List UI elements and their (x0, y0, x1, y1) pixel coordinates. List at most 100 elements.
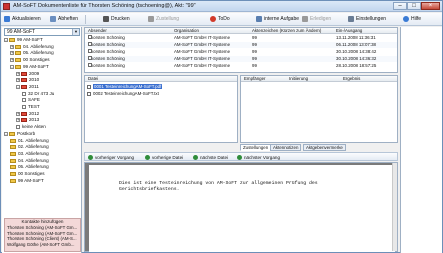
tree-node-label: 04. Ablieferung (18, 157, 49, 163)
expand-icon[interactable]: + (10, 51, 14, 56)
tree-node[interactable]: +05. Ablieferung (10, 50, 54, 56)
tree-node[interactable]: 01. Ablieferung (10, 138, 49, 144)
cell-file-number: 99 (252, 35, 334, 41)
cell-sender-text: Thorsten Schöning (88, 35, 125, 40)
folder-icon (10, 158, 16, 163)
row-checkbox[interactable] (88, 35, 92, 39)
column-header-initiation[interactable]: Initiierung (289, 76, 308, 82)
tree-node[interactable]: +04. Ablieferung (10, 44, 54, 50)
tree-node[interactable]: 02. Ablieferung (10, 144, 49, 150)
print-button[interactable]: Drucken (102, 15, 130, 24)
minimize-button[interactable]: – (393, 2, 407, 10)
previous-case-button[interactable]: vorheriger Vorgang (88, 154, 134, 161)
expand-icon[interactable]: + (16, 118, 20, 123)
cell-sender-text: Thorsten Schöning (88, 63, 125, 68)
maximize-button[interactable]: □ (407, 2, 421, 10)
recipient-tabs: Zustellungen Aktennotizen Aktgebenvermer… (240, 144, 398, 151)
tree-node[interactable]: 99 AM-SoFT (10, 178, 44, 184)
tree-node[interactable]: +2012 (16, 111, 39, 117)
case-selector-value: 99 AM-SoFT (7, 29, 36, 35)
file-row[interactable]: 0001 TesteinreichungAM-SoFT.pdf (87, 84, 163, 90)
delivery-button[interactable]: Zustellung (147, 15, 179, 24)
tree-node[interactable]: - 99 AM-SoFT (10, 64, 49, 70)
tree-node[interactable]: keine Akten (16, 124, 46, 130)
cell-in-out-text: 28.10.2008 18:57:25 (336, 63, 377, 68)
table-row[interactable]: Thorsten Schöning AM-SoFT GmbH IT-Systeme… (85, 49, 397, 55)
column-header-sender[interactable]: Absender (88, 28, 168, 34)
tree-node[interactable]: TEST (22, 104, 40, 110)
help-button[interactable]: Hilfe (402, 15, 421, 24)
tree-node[interactable]: +2009 (16, 71, 39, 77)
collapse-icon[interactable]: - (4, 131, 8, 136)
application-window: AM-SoFT Dokumentenliste für Thorsten Sch… (0, 0, 443, 253)
table-row[interactable]: Thorsten Schöning AM-SoFT GmbH IT-Systeme… (85, 56, 397, 62)
tree-node-label: 2010 (29, 77, 40, 83)
cell-file-number: 99 (252, 49, 334, 55)
internal-task-button[interactable]: interne Aufgabe (255, 15, 299, 24)
cell-file-number-text: 99 (252, 42, 257, 47)
cell-organisation-text: AM-SoFT GmbH IT-Systeme (174, 56, 231, 61)
file-away-button[interactable]: Abheften (49, 15, 78, 24)
tree-node[interactable]: +2010 (16, 77, 39, 83)
row-checkbox[interactable] (88, 49, 92, 53)
previous-file-button[interactable]: vorherige Datei (145, 154, 183, 161)
row-checkbox[interactable] (88, 42, 92, 46)
row-checkbox[interactable] (88, 63, 92, 67)
column-header-file-number[interactable]: Aktenzeichen (Kürzen zum Ändern) (252, 28, 334, 34)
tree-node-label: 2009 (29, 70, 40, 76)
file-checkbox[interactable] (87, 85, 91, 89)
file-row[interactable]: 0002 TesteinreichungAM-SoFT.txt (87, 91, 159, 97)
expand-icon[interactable]: + (16, 71, 20, 76)
tree-node[interactable]: 32 Dr 473 Ju (22, 91, 54, 97)
column-header-in-out[interactable]: Ein-/Ausgang (336, 28, 396, 34)
table-row[interactable]: Thorsten Schöning AM-SoFT GmbH IT-Systeme… (85, 42, 397, 48)
case-selector[interactable]: 99 AM-SoFT ▼ (4, 28, 80, 36)
file-checkbox[interactable] (87, 92, 91, 96)
tree-node[interactable]: - Postkorb (4, 131, 35, 137)
collapse-icon[interactable]: - (10, 64, 14, 69)
expand-icon[interactable]: + (10, 58, 14, 63)
table-row[interactable]: Thorsten Schöning AM-SoFT GmbH IT-Systeme… (85, 35, 397, 41)
document-preview[interactable]: Dies ist eine Testeinreichung von AM-SoF… (84, 162, 398, 252)
column-header-recipient[interactable]: Empfänger (244, 76, 265, 82)
tree-node[interactable]: 00 Sonstiges (10, 171, 45, 177)
chevron-down-icon[interactable]: ▼ (72, 29, 79, 35)
collapse-icon[interactable]: - (16, 84, 20, 89)
tab-handover-notes[interactable]: Aktgebenvermerke (303, 144, 346, 151)
tab-file-notes[interactable]: Aktennotizen (270, 144, 302, 151)
refresh-button[interactable]: Aktualisieren (3, 15, 41, 24)
document-icon (22, 91, 26, 96)
collapse-icon[interactable]: - (4, 38, 8, 42)
row-checkbox[interactable] (88, 56, 92, 60)
cell-sender-text: Thorsten Schöning (88, 49, 125, 54)
column-header-organisation[interactable]: Organisation (174, 28, 250, 34)
next-file-button[interactable]: nächste Datei (193, 154, 228, 161)
preview-scrollbar[interactable] (392, 163, 397, 251)
tree-node[interactable]: 04. Ablieferung (10, 158, 49, 164)
complete-button[interactable]: Erledigen (301, 15, 331, 24)
settings-button[interactable]: Einstellungen (347, 15, 386, 24)
tree-node[interactable]: - 2011 (16, 84, 39, 90)
column-header-result[interactable]: Ergebnis (343, 76, 360, 82)
expand-icon[interactable]: + (10, 44, 14, 49)
tree-node[interactable]: 03. Ablieferung (10, 151, 49, 157)
refresh-label: Aktualisieren (12, 16, 41, 22)
tree-node[interactable]: 05. Ablieferung (10, 164, 49, 170)
close-button[interactable]: × (421, 2, 440, 10)
contact-row[interactable]: Wolfgang Göthe (AM-SoFT Gmb... (5, 242, 80, 248)
expand-icon[interactable]: + (16, 111, 20, 116)
contact-row[interactable]: Thorsten Schöning (Client) (AM-S... (5, 236, 80, 242)
tree-node[interactable]: +00 Sonstiges (10, 57, 50, 63)
expand-icon[interactable]: + (16, 78, 20, 83)
next-case-button[interactable]: nächster Vorgang (237, 154, 280, 161)
tree-node[interactable]: +2013 (16, 117, 39, 123)
cell-file-number-text: 99 (252, 63, 257, 68)
tab-deliveries[interactable]: Zustellungen (240, 144, 272, 151)
table-row[interactable]: Thorsten Schöning AM-SoFT GmbH IT-Systeme… (85, 63, 397, 69)
file-list-header[interactable]: Datei (85, 76, 237, 82)
tree-node[interactable]: SAFE (22, 97, 40, 103)
tree-node[interactable]: - 99 AM-SoFT (4, 37, 43, 43)
contact-row[interactable]: Thorsten Schöning (AM-SoFT Gm... (5, 225, 80, 231)
folder-icon (15, 64, 21, 69)
todo-button[interactable]: ToDo (209, 15, 230, 24)
